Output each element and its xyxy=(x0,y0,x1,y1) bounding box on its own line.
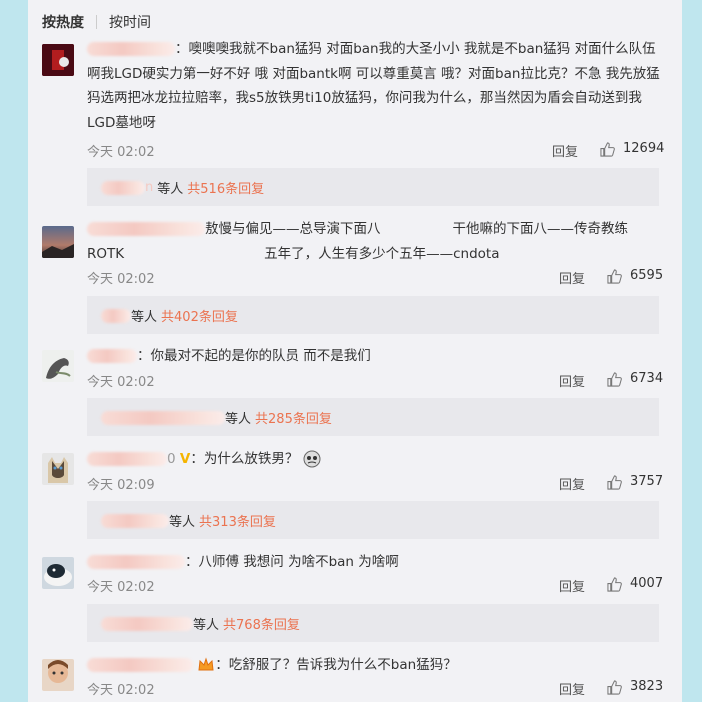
sub-replies[interactable]: 等人 共313条回复 xyxy=(87,501,659,539)
waiting-label: 等人 xyxy=(193,618,220,633)
username[interactable] xyxy=(87,42,175,56)
sub-replies[interactable]: 等人 共768条回复 xyxy=(87,604,659,642)
more-replies-link[interactable]: 共313条回复 xyxy=(199,511,276,530)
tab-hot[interactable]: 按热度 xyxy=(42,12,84,32)
comment-time: 今天 02:02 xyxy=(87,683,155,698)
username[interactable] xyxy=(87,555,185,569)
sub-replies[interactable]: 等人 共402条回复 xyxy=(87,296,659,334)
avatar-image-icon xyxy=(42,659,74,691)
more-replies-link[interactable]: 共402条回复 xyxy=(161,306,238,325)
comment-meta: 今天 02:02 回复 3823 xyxy=(87,679,664,699)
sub-replies[interactable]: 等人 共285条回复 xyxy=(87,398,659,436)
comment-meta: 今天 02:02 回复 6595 xyxy=(87,268,664,288)
crown-badge-icon xyxy=(198,657,214,671)
avatar-image-icon xyxy=(42,226,74,258)
comment-meta: 今天 02:02 回复 4007 xyxy=(87,576,664,596)
like-count: 3757 xyxy=(630,474,664,489)
avatar[interactable] xyxy=(42,226,74,258)
avatar-image-icon xyxy=(42,44,74,76)
avatar[interactable] xyxy=(42,44,74,76)
like-count: 4007 xyxy=(630,576,664,591)
avatar[interactable] xyxy=(42,453,74,485)
like-count: 6734 xyxy=(630,371,664,386)
reply-usernames xyxy=(101,410,225,425)
avatar[interactable] xyxy=(42,350,74,382)
reply-button[interactable]: 回复 xyxy=(552,141,578,160)
avatar-image-icon xyxy=(42,557,74,589)
comment-meta: 今天 02:09 回复 3757 xyxy=(87,474,664,494)
comment-text: ：八师傅 我想问 为啥不ban 为啥啊 xyxy=(87,550,662,575)
comment-time: 今天 02:02 xyxy=(87,580,155,595)
like-count: 6595 xyxy=(630,268,664,283)
reply-usernames xyxy=(101,180,145,195)
username[interactable] xyxy=(87,452,167,466)
more-replies-link[interactable]: 共516条回复 xyxy=(187,178,264,197)
like-icon[interactable] xyxy=(607,269,622,284)
avatar[interactable] xyxy=(42,659,74,691)
like-count: 12694 xyxy=(623,141,665,156)
waiting-label: 等人 xyxy=(131,310,158,325)
waiting-label: 等人 xyxy=(225,412,252,427)
like-count: 3823 xyxy=(630,679,664,694)
reply-button[interactable]: 回复 xyxy=(559,268,585,287)
comment-time: 今天 02:02 xyxy=(87,272,155,287)
emoji-sticker-icon xyxy=(303,450,321,468)
comment-time: 今天 02:02 xyxy=(87,375,155,390)
reply-usernames xyxy=(101,513,169,528)
comment-text: ：你最对不起的是你的队员 而不是我们 xyxy=(87,344,662,369)
more-replies-link[interactable]: 共285条回复 xyxy=(255,408,332,427)
comment-text: ：噢噢噢我就不ban猛犸 对面ban我的大圣小小 我就是不ban猛犸 对面什么队… xyxy=(87,41,660,131)
avatar-image-icon xyxy=(42,350,74,382)
comment-meta: 今天 02:02 回复 6734 xyxy=(87,371,664,391)
reply-button[interactable]: 回复 xyxy=(559,371,585,390)
reply-button[interactable]: 回复 xyxy=(559,576,585,595)
waiting-label: 等人 xyxy=(157,182,184,197)
comment-text: 0 V：为什么放铁男？ xyxy=(87,447,662,472)
tab-time[interactable]: 按时间 xyxy=(109,12,151,32)
reply-button[interactable]: 回复 xyxy=(559,474,585,493)
like-icon[interactable] xyxy=(600,142,615,157)
tab-divider xyxy=(96,15,97,29)
reply-usernames xyxy=(101,616,193,631)
avatar-image-icon xyxy=(42,453,74,485)
like-icon[interactable] xyxy=(607,475,622,490)
like-icon[interactable] xyxy=(607,680,622,695)
avatar[interactable] xyxy=(42,557,74,589)
comment-time: 今天 02:09 xyxy=(87,478,155,493)
comment-panel: 按热度 按时间 ：噢噢噢我就不ban猛犸 对面ban我的大圣小小 我就是不ban… xyxy=(28,0,682,702)
verified-badge-icon: V xyxy=(179,451,191,467)
username[interactable] xyxy=(87,658,193,672)
comment-meta: 今天 02:02 回复 12694 xyxy=(87,141,665,161)
comment-text: ：吃舒服了？告诉我为什么不ban猛犸？ xyxy=(87,653,662,678)
comment-time: 今天 02:02 xyxy=(87,145,155,160)
username[interactable] xyxy=(87,349,137,363)
reply-button[interactable]: 回复 xyxy=(559,679,585,698)
comment-text: 敖慢与偏见——总导演下面八 干他嘛的下面八——传奇教练 ROTK 五年了，人生有多少… xyxy=(87,221,628,262)
sub-replies[interactable]: n 等人 共516条回复 xyxy=(87,168,659,206)
reply-usernames xyxy=(101,308,131,323)
more-replies-link[interactable]: 共768条回复 xyxy=(223,614,300,633)
username[interactable] xyxy=(87,222,205,236)
like-icon[interactable] xyxy=(607,577,622,592)
sort-tabs: 按热度 按时间 xyxy=(42,13,151,31)
waiting-label: 等人 xyxy=(169,515,196,530)
like-icon[interactable] xyxy=(607,372,622,387)
